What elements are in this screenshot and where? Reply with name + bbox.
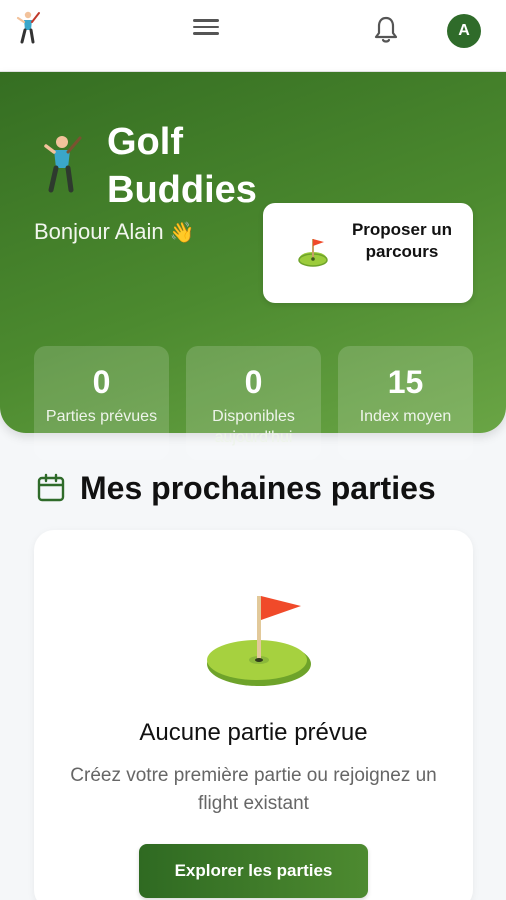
greeting-label: Bonjour Alain bbox=[34, 219, 164, 244]
wave-emoji: 👋 bbox=[169, 222, 195, 244]
empty-state-subtitle: Créez votre première partie ou rejoignez… bbox=[70, 765, 437, 814]
stat-label: Disponibles aujourd'hui bbox=[212, 408, 295, 446]
stat-label: Parties prévues bbox=[45, 408, 158, 425]
empty-state-card: Aucune partie prévue Créez votre premièr… bbox=[34, 530, 473, 900]
golfer-icon bbox=[44, 136, 82, 193]
golf-flag-icon bbox=[207, 596, 311, 686]
stat-value: 0 bbox=[92, 364, 111, 400]
upcoming-section-header: Mes prochaines parties bbox=[36, 465, 486, 511]
stat-value: 0 bbox=[244, 364, 263, 400]
stat-card-planned: 0 Parties prévues bbox=[34, 346, 169, 460]
greeting-text: Bonjour Alain 👋 bbox=[34, 217, 294, 248]
stat-card-available: 0 Disponibles aujourd'hui bbox=[186, 346, 321, 460]
bell-icon[interactable] bbox=[372, 14, 400, 44]
stat-value: 15 bbox=[387, 364, 424, 400]
section-title: Mes prochaines parties bbox=[80, 470, 436, 506]
propose-course-label: Proposer un parcours bbox=[351, 220, 453, 261]
stat-card-index: 15 Index moyen bbox=[338, 346, 473, 460]
propose-course-button[interactable]: Proposer un parcours bbox=[263, 203, 473, 303]
golfer-icon[interactable] bbox=[12, 10, 42, 44]
app-title: Golf Buddies bbox=[107, 121, 257, 211]
stat-label: Index moyen bbox=[359, 408, 452, 425]
explore-games-button[interactable]: Explorer les parties bbox=[139, 844, 368, 898]
golf-flag-icon bbox=[298, 239, 328, 267]
empty-state-title: Aucune partie prévue bbox=[139, 719, 368, 746]
hero-banner: Golf Buddies Bonjour Alain 👋 Proposer un… bbox=[0, 72, 506, 460]
calendar-icon bbox=[37, 473, 65, 502]
user-avatar[interactable]: A bbox=[447, 14, 481, 48]
hamburger-icon[interactable] bbox=[192, 16, 220, 40]
top-app-bar: A bbox=[0, 0, 506, 72]
